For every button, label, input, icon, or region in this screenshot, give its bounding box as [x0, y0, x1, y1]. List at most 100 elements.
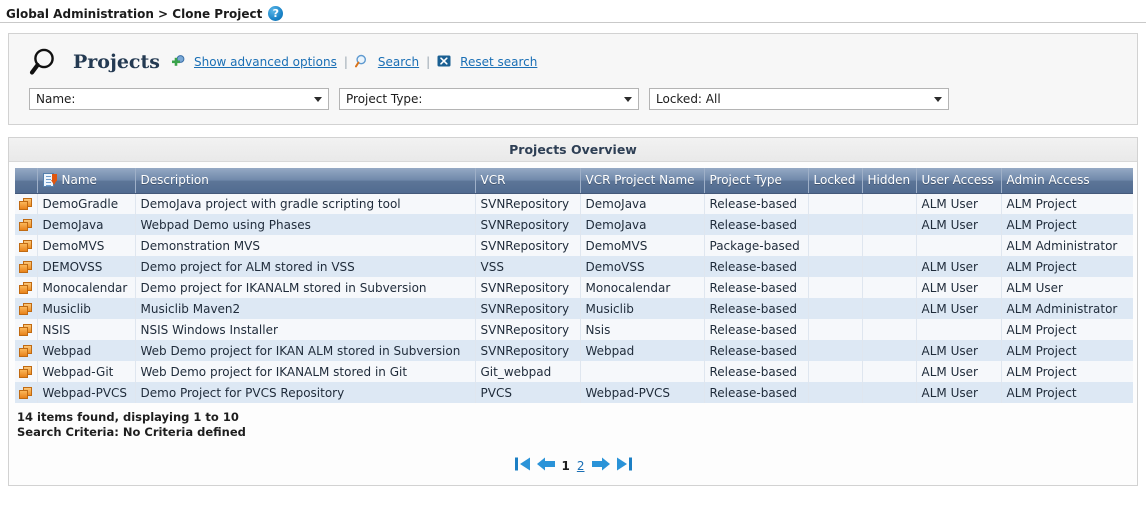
cell-project-type: Release-based [704, 298, 809, 319]
cell-admin-access: ALM Project [1001, 319, 1133, 340]
last-page-icon[interactable] [616, 456, 633, 475]
magnifier-icon [29, 48, 54, 75]
col-header-description[interactable]: Description [135, 168, 476, 194]
col-header-name[interactable]: Name [37, 168, 136, 194]
table-row[interactable]: NSIS NSIS Windows Installer SVNRepository N… [15, 319, 1133, 340]
cell-vcr-project-name: Nsis [580, 319, 705, 340]
clone-project-icon-cell[interactable] [15, 298, 38, 319]
clone-project-icon[interactable] [19, 323, 33, 337]
cell-project-type: Release-based [704, 340, 809, 361]
search-panel-header: Projects Show advanced options | Search … [21, 44, 1125, 88]
breadcrumb-text: Global Administration > Clone Project [6, 6, 263, 21]
cell-description: Demo Project for PVCS Repository [135, 382, 476, 403]
chevron-down-icon [314, 97, 322, 102]
clone-project-icon-cell[interactable] [15, 319, 38, 340]
clone-project-icon-cell[interactable] [15, 214, 38, 235]
breadcrumb: Global Administration > Clone Project ? [0, 0, 1146, 23]
clone-project-icon-cell[interactable] [15, 235, 38, 256]
table-row[interactable]: Musiclib Musiclib Maven2 SVNRepository Musi… [15, 298, 1133, 319]
project-type-filter-select[interactable]: Project Type: [339, 88, 639, 110]
cell-name: Monocalendar [37, 277, 136, 298]
locked-filter-select[interactable]: Locked: All [649, 88, 949, 110]
cell-admin-access: ALM Administrator [1001, 298, 1133, 319]
col-header-vcr[interactable]: VCR [475, 168, 581, 194]
search-criteria-text: Search Criteria: No Criteria defined [17, 425, 246, 439]
cell-hidden [862, 235, 917, 256]
cell-locked [808, 319, 863, 340]
sort-descending-icon [42, 173, 58, 188]
first-page-icon[interactable] [514, 456, 531, 475]
table-row[interactable]: DemoMVS Demonstration MVS SVNRepository Dem… [15, 235, 1133, 256]
col-header-locked[interactable]: Locked [808, 168, 863, 194]
cell-project-type: Release-based [704, 214, 809, 235]
cell-admin-access: ALM Project [1001, 361, 1133, 382]
cell-description: Demonstration MVS [135, 235, 476, 256]
cell-admin-access: ALM Administrator [1001, 235, 1133, 256]
show-advanced-options-link[interactable]: Show advanced options [194, 55, 337, 69]
page-link-2[interactable]: 2 [576, 459, 586, 473]
help-icon[interactable]: ? [268, 6, 284, 21]
panel-links: Show advanced options | Search | Reset s… [171, 54, 537, 71]
clone-project-icon-cell[interactable] [15, 256, 38, 277]
results-footer: 14 items found, displaying 1 to 10 Searc… [9, 403, 1137, 440]
col-header-hidden[interactable]: Hidden [862, 168, 917, 194]
cell-project-type: Release-based [704, 382, 809, 403]
cell-vcr-project-name: DemoJava [580, 193, 705, 214]
table-row[interactable]: Webpad-Git Web Demo project for IKANALM s… [15, 361, 1133, 382]
clone-project-icon[interactable] [19, 386, 33, 400]
clone-project-icon[interactable] [19, 197, 33, 211]
cell-name: DemoJava [37, 214, 136, 235]
cell-name: Webpad [37, 340, 136, 361]
cell-user-access: ALM User [916, 361, 1002, 382]
add-options-icon [171, 54, 185, 70]
search-panel: Projects Show advanced options | Search … [8, 33, 1138, 125]
pagination: 1 2 [9, 440, 1137, 485]
table-row[interactable]: DemoJava Webpad Demo using Phases SVNRepos… [15, 214, 1133, 235]
table-row[interactable]: DEMOVSS Demo project for ALM stored in VS… [15, 256, 1133, 277]
table-row[interactable]: Webpad Web Demo project for IKAN ALM stor… [15, 340, 1133, 361]
cell-user-access: ALM User [916, 340, 1002, 361]
cell-name: DemoMVS [37, 235, 136, 256]
cell-user-access: ALM User [916, 256, 1002, 277]
table-row[interactable]: Webpad-PVCS Demo Project for PVCS Reposit… [15, 382, 1133, 403]
col-header-vcr-project-name[interactable]: VCR Project Name [580, 168, 705, 194]
chevron-down-icon [624, 97, 632, 102]
clone-project-icon-cell[interactable] [15, 382, 38, 403]
search-link[interactable]: Search [378, 55, 419, 69]
clone-project-icon[interactable] [19, 218, 33, 232]
clone-project-icon[interactable] [19, 365, 33, 379]
clone-project-icon[interactable] [19, 344, 33, 358]
col-header-user-access[interactable]: User Access [916, 168, 1002, 194]
cell-project-type: Package-based [704, 235, 809, 256]
cell-hidden [862, 214, 917, 235]
clone-project-icon-cell[interactable] [15, 277, 38, 298]
next-page-icon[interactable] [591, 456, 611, 475]
table-header-row: Name Description VCR VCR Project Name Pr… [15, 168, 1133, 194]
cell-locked [808, 298, 863, 319]
cell-name: Webpad-PVCS [37, 382, 136, 403]
cell-locked [808, 340, 863, 361]
col-header-select [15, 168, 38, 194]
cell-name: Webpad-Git [37, 361, 136, 382]
name-filter-select[interactable]: Name: [29, 88, 329, 110]
clone-project-icon[interactable] [19, 260, 33, 274]
cell-vcr: SVNRepository [475, 340, 581, 361]
clone-project-icon-cell[interactable] [15, 361, 38, 382]
clone-project-icon[interactable] [19, 281, 33, 295]
col-header-project-type[interactable]: Project Type [704, 168, 809, 194]
clone-project-icon-cell[interactable] [15, 193, 38, 214]
cell-vcr: Git_webpad [475, 361, 581, 382]
cell-name: DemoGradle [37, 193, 136, 214]
table-row[interactable]: DemoGradle DemoJava project with gradle s… [15, 193, 1133, 214]
previous-page-icon[interactable] [536, 456, 556, 475]
clone-project-icon-cell[interactable] [15, 340, 38, 361]
col-header-admin-access[interactable]: Admin Access [1001, 168, 1133, 194]
cell-user-access: ALM User [916, 277, 1002, 298]
reset-search-link[interactable]: Reset search [460, 55, 537, 69]
projects-table-body: DemoGradle DemoJava project with gradle s… [15, 193, 1133, 403]
clone-project-icon[interactable] [19, 239, 33, 253]
cell-vcr: PVCS [475, 382, 581, 403]
cell-locked [808, 235, 863, 256]
clone-project-icon[interactable] [19, 302, 33, 316]
table-row[interactable]: Monocalendar Demo project for IKANALM sto… [15, 277, 1133, 298]
